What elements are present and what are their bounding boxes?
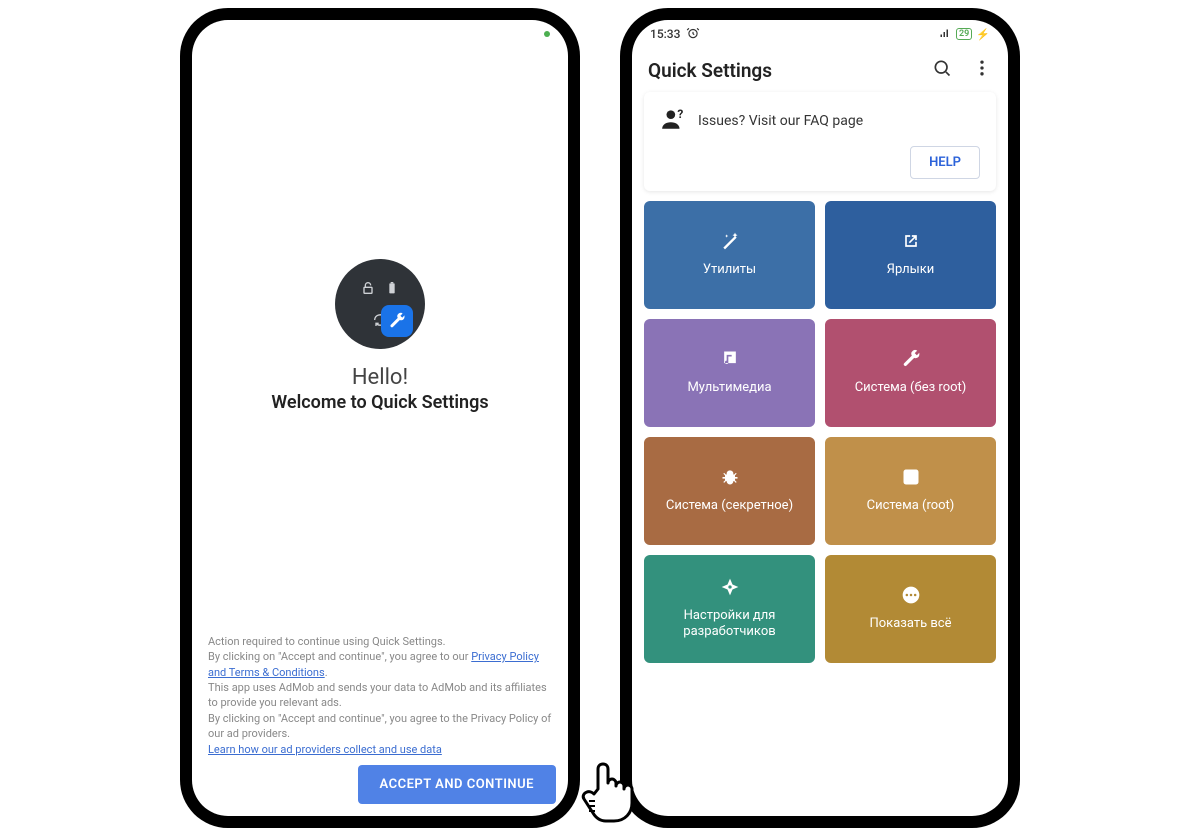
- svg-text:?: ?: [677, 107, 683, 121]
- tile-label: Настройки для разработчиков: [652, 608, 807, 639]
- tile-label: Ярлыки: [887, 262, 935, 278]
- help-button[interactable]: HELP: [910, 146, 980, 179]
- hash-icon: [900, 466, 922, 488]
- tile-wand[interactable]: Утилиты: [644, 201, 815, 309]
- tile-label: Утилиты: [703, 262, 756, 278]
- status-time: 15:33: [650, 27, 680, 41]
- welcome-subtitle: Welcome to Quick Settings: [271, 392, 488, 413]
- battery-status-icon: 29: [956, 28, 972, 40]
- phone-left: Hello! Welcome to Quick Settings Action …: [180, 8, 580, 828]
- alarm-icon: [686, 26, 700, 43]
- legal-text: Action required to continue using Quick …: [192, 624, 568, 765]
- status-bar: 15:33 29 ⚡: [632, 20, 1008, 48]
- tile-compass[interactable]: Настройки для разработчиков: [644, 555, 815, 663]
- app-logo: [335, 259, 425, 349]
- wand-icon: [719, 230, 741, 252]
- dots-icon: [900, 584, 922, 606]
- signal-icon: [938, 27, 952, 42]
- accept-continue-button[interactable]: ACCEPT AND CONTINUE: [358, 765, 557, 804]
- screen-main: 15:33 29 ⚡ Quick Settings: [632, 20, 1008, 816]
- search-icon[interactable]: [932, 58, 952, 82]
- legal-line: Action required to continue using Quick …: [208, 634, 552, 649]
- screen-welcome: Hello! Welcome to Quick Settings Action …: [192, 20, 568, 816]
- legal-line: By clicking on "Accept and continue", yo…: [208, 649, 552, 680]
- tile-label: Система (root): [867, 498, 955, 514]
- tile-label: Система (секретное): [666, 498, 793, 514]
- appbar-title: Quick Settings: [648, 59, 772, 82]
- bug-icon: [719, 466, 741, 488]
- phone-right: 15:33 29 ⚡ Quick Settings: [620, 8, 1020, 828]
- tile-label: Показать всё: [869, 616, 951, 632]
- battery-icon: [383, 279, 401, 297]
- welcome-body: Hello! Welcome to Quick Settings: [192, 48, 568, 624]
- tile-hash[interactable]: Система (root): [825, 437, 996, 545]
- tile-label: Мультимедиа: [687, 380, 771, 396]
- lock-icon: [359, 279, 377, 297]
- status-dot-icon: [544, 31, 550, 37]
- legal-line: This app uses AdMob and sends your data …: [208, 680, 552, 711]
- faq-card: ? Issues? Visit our FAQ page HELP: [644, 92, 996, 191]
- tile-wrench[interactable]: Система (без root): [825, 319, 996, 427]
- battery-percent: 29: [959, 29, 969, 39]
- faq-text: Issues? Visit our FAQ page: [698, 113, 863, 129]
- music-icon: [719, 348, 741, 370]
- tile-label: Система (без root): [855, 380, 967, 396]
- app-bar: Quick Settings: [632, 48, 1008, 92]
- tile-bug[interactable]: Система (секретное): [644, 437, 815, 545]
- help-person-icon: ?: [660, 106, 686, 136]
- tiles-grid: Утилиты Ярлыки Мультимедиа Система (без roo…: [644, 201, 996, 663]
- charge-icon: ⚡: [976, 28, 990, 41]
- legal-fragment: .: [325, 666, 328, 679]
- tile-music[interactable]: Мультимедиа: [644, 319, 815, 427]
- wrench-badge-icon: [381, 305, 413, 337]
- tile-shortcut[interactable]: Ярлыки: [825, 201, 996, 309]
- wrench-icon: [900, 348, 922, 370]
- hello-title: Hello!: [352, 365, 408, 390]
- legal-line: By clicking on "Accept and continue", yo…: [208, 711, 552, 742]
- compass-icon: [719, 576, 741, 598]
- legal-fragment: By clicking on "Accept and continue", yo…: [208, 650, 471, 663]
- tile-dots[interactable]: Показать всё: [825, 555, 996, 663]
- status-bar: [192, 20, 568, 48]
- more-icon[interactable]: [972, 58, 992, 82]
- shortcut-icon: [900, 230, 922, 252]
- learn-link[interactable]: Learn how our ad providers collect and u…: [208, 743, 442, 756]
